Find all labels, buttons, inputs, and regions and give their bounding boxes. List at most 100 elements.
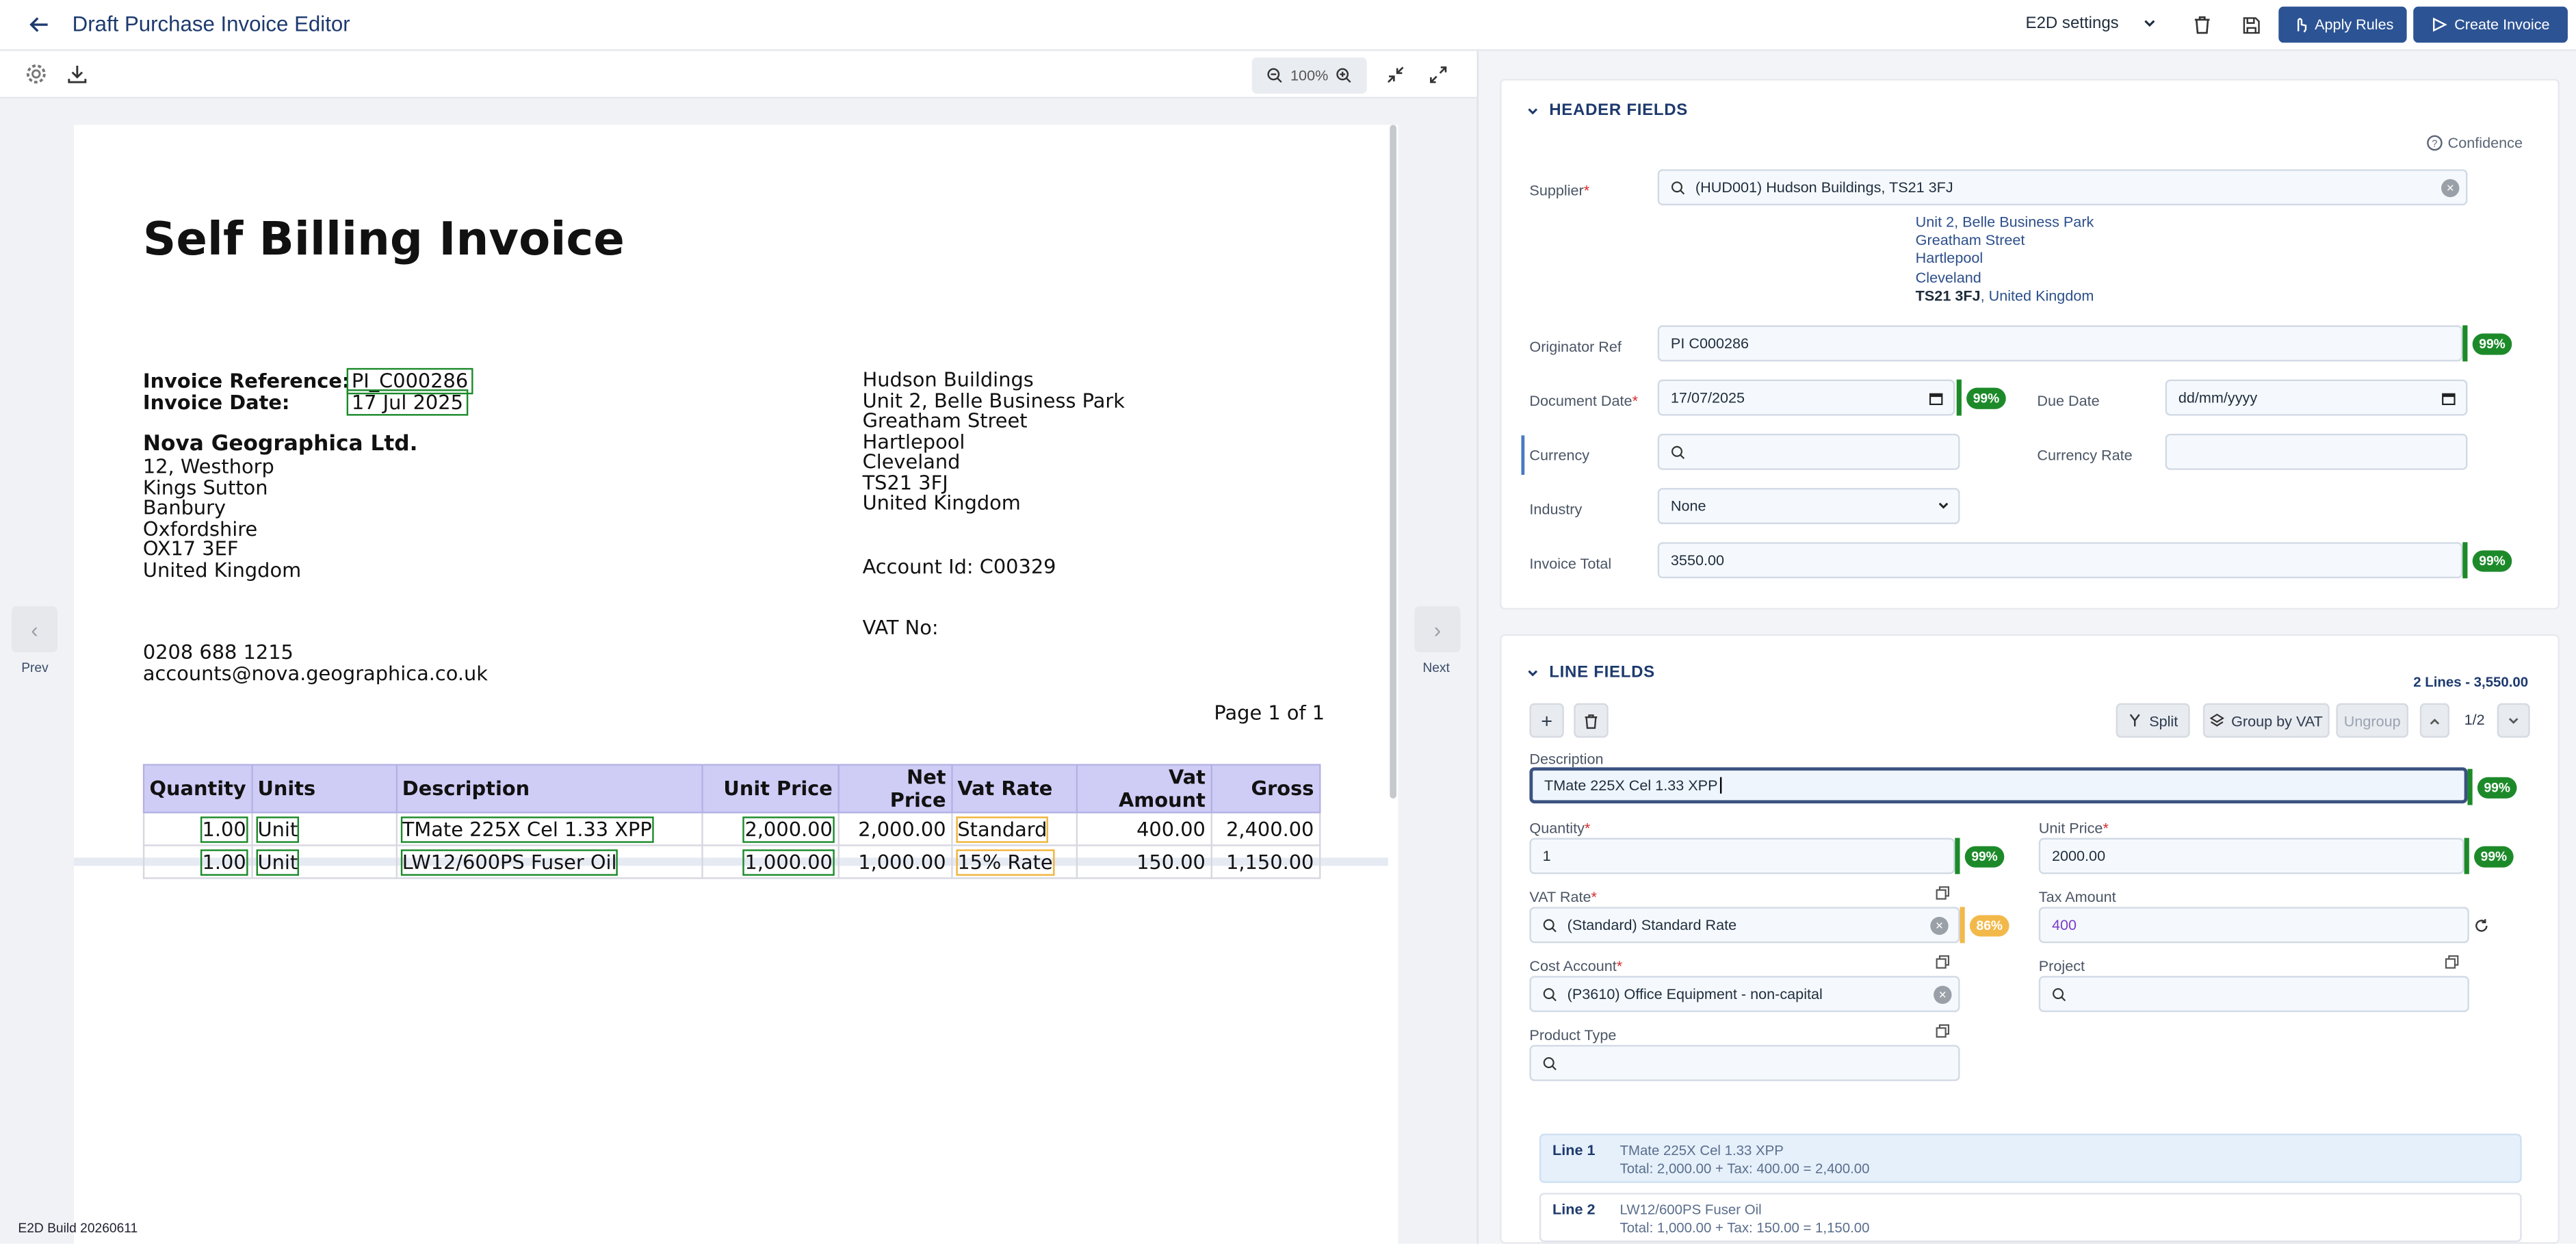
product-type-label: Product Type [1529,1026,1617,1044]
copy-icon[interactable] [1935,955,1950,970]
ungroup-button[interactable]: Ungroup [2336,703,2409,738]
delete-button[interactable] [2188,12,2214,38]
lines-summary: 2 Lines - 3,550.00 [2413,673,2529,690]
next-line-button[interactable] [2497,703,2530,738]
document-date-input[interactable]: 17/07/2025 [1657,379,1955,416]
delete-line-button[interactable] [1574,703,1609,738]
document-scrollbar[interactable] [1390,125,1396,799]
confidence-value: 99% [1966,387,2006,409]
confidence-badge: 99% [2464,838,2514,874]
line-pager: 1/2 [2464,711,2485,728]
table-cell: 2,000.00 [858,817,946,841]
invoice-ref-value[interactable]: PI_C000286 [346,367,473,395]
settings-button[interactable] [23,61,49,87]
clear-cost-account-icon[interactable]: × [1934,985,1952,1005]
industry-label: Industry [1529,501,1583,518]
table-cell[interactable]: Standard [955,816,1049,842]
fit-button[interactable] [1381,61,1407,87]
split-button[interactable]: Split [2116,703,2190,738]
tax-amount-label: Tax Amount [2038,888,2116,906]
split-icon [2130,714,2141,727]
calendar-icon[interactable] [2441,390,2456,405]
currency-input[interactable] [1657,433,1960,470]
apply-rules-button[interactable]: Apply Rules [2278,6,2407,43]
description-input[interactable]: TMate 225X Cel 1.33 XPP [1529,767,2468,804]
originator-ref-input[interactable]: PI C000286 [1657,325,2463,362]
cost-account-input[interactable]: (P3610) Office Equipment - non-capital [1529,976,1960,1013]
collapse-icon [1386,66,1403,82]
product-type-input[interactable] [1529,1045,1960,1081]
copy-icon[interactable] [1935,1024,1950,1039]
chevron-right-icon: › [1433,617,1442,642]
industry-select[interactable]: None [1657,488,1960,524]
chevron-down-icon [2145,20,2156,27]
company-name: Nova Geographica Ltd. [142,432,418,457]
table-cell[interactable]: 1,000.00 [743,848,835,875]
create-invoice-button[interactable]: Create Invoice [2413,6,2568,43]
group-by-vat-button[interactable]: Group by VAT [2202,703,2330,738]
unit-price-label: Unit Price* [2039,820,2109,836]
table-cell[interactable]: Unit [256,816,300,842]
supplier-address: Hudson Buildings Unit 2, Belle Business … [863,370,1125,513]
currency-rate-input[interactable] [2165,433,2468,470]
unit-price-input[interactable]: 2000.00 [2038,838,2464,874]
project-input[interactable] [2038,976,2469,1013]
zoom-out-icon[interactable] [1267,67,1284,83]
company-phone: 0208 688 1215 [142,640,294,664]
column-header: Vat Rate [950,764,1078,814]
e2d-settings-label: E2D settings [2025,14,2119,34]
vat-rate-input[interactable]: (Standard) Standard Rate [1529,907,1960,944]
copy-icon[interactable] [2445,955,2460,970]
clear-vat-rate-icon[interactable]: × [1930,916,1949,935]
fullscreen-button[interactable] [1424,61,1450,87]
supplier-address-line: Hudson Buildings [862,367,1034,391]
invoice-date-value[interactable]: 17 Jul 2025 [346,389,469,416]
table-cell[interactable]: 15% Rate [955,848,1055,875]
next-page-button[interactable]: › [1414,606,1461,653]
calendar-icon[interactable] [1929,390,1944,405]
supplier-label-text: Supplier [1529,182,1584,199]
back-arrow-icon[interactable] [28,13,51,36]
next-label: Next [1422,660,1450,675]
table-cell[interactable]: 2,000.00 [743,816,835,842]
trash-icon [2194,16,2209,34]
due-date-placeholder: dd/mm/yyyy [2178,389,2258,406]
unit-price-label-text: Unit Price [2038,820,2103,837]
table-cell[interactable]: 1.00 [200,816,248,842]
copy-icon[interactable] [1935,885,1950,900]
description-label: Description [1529,751,1604,768]
zoom-in-icon[interactable] [1335,67,1351,83]
table-row[interactable]: 1.00 Unit LW12/600PS Fuser Oil 1,000.00 … [142,844,1320,879]
due-date-input[interactable]: dd/mm/yyyy [2165,379,2468,416]
page-number: Page 1 of 1 [1214,701,1325,725]
unit-price-value: 2000.00 [2051,847,2106,864]
table-row[interactable]: 1.00 Unit TMate 225X Cel 1.33 XPP 2,000.… [142,812,1320,846]
line-item-card[interactable]: Line 2 LW12/600PS Fuser Oil Total: 1,000… [1539,1193,2522,1243]
download-button[interactable] [64,61,90,87]
quantity-input[interactable]: 1 [1529,838,1955,874]
e2d-settings-dropdown[interactable]: E2D settings [2026,15,2158,33]
line-item-card[interactable]: Line 1 TMate 225X Cel 1.33 XPP Total: 2,… [1539,1133,2522,1183]
clear-supplier-icon[interactable]: × [2441,179,2460,198]
prev-page-button[interactable]: ‹ [11,606,58,653]
line-item-label: Line 1 [1552,1141,1596,1158]
table-cell[interactable]: 1.00 [200,848,248,875]
invoice-total-input[interactable]: 3550.00 [1657,542,2463,579]
table-cell[interactable]: Unit [256,848,300,875]
confidence-toggle[interactable]: ? Confidence [2426,135,2523,151]
previous-line-button[interactable] [2419,703,2450,738]
supplier-address-line: Hartlepool [862,429,965,453]
table-cell[interactable]: TMate 225X Cel 1.33 XPP [400,816,654,842]
tax-amount-input[interactable]: 400 [2038,907,2469,944]
table-cell[interactable]: LW12/600PS Fuser Oil [400,848,619,875]
line-fields-toggle[interactable]: LINE FIELDS [1526,664,1655,682]
supplier-input[interactable]: (HUD001) Hudson Buildings, TS21 3FJ [1657,169,2468,206]
add-line-button[interactable]: + [1529,703,1564,738]
save-button[interactable] [2237,12,2263,38]
invoice-total-label: Invoice Total [1529,555,1612,572]
table-cell: 1,000.00 [858,850,946,874]
supplier-address-line: Unit 2, Belle Business Park [862,388,1125,412]
line-item-total: Total: 1,000.00 + Tax: 150.00 = 1,150.00 [1619,1219,1870,1236]
refresh-icon[interactable] [2474,918,2489,933]
header-fields-toggle[interactable]: HEADER FIELDS [1526,102,1688,120]
